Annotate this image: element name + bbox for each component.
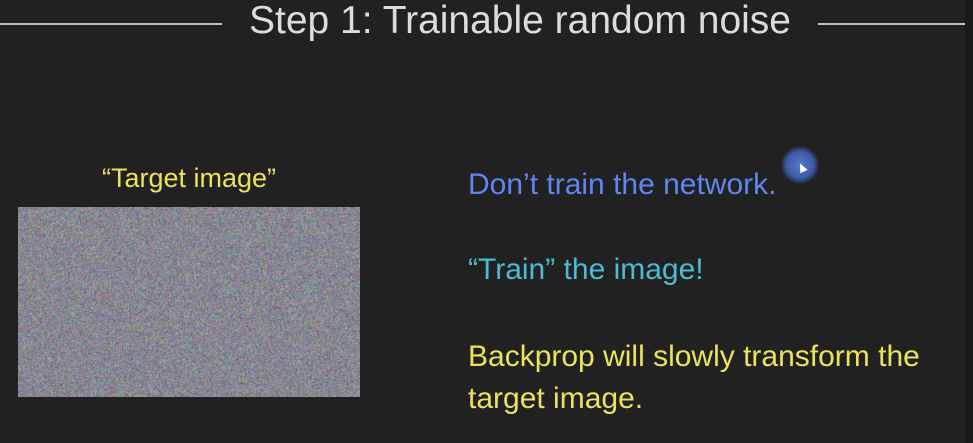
- window-edge: [965, 0, 973, 443]
- point-dont-train-network: Don’t train the network.: [468, 168, 776, 202]
- title-rule-left: [0, 23, 222, 25]
- point-backprop-text: Backprop will slowly transform the targe…: [468, 340, 920, 415]
- point-train-image: “Train” the image!: [468, 253, 704, 287]
- title-rule-right: [818, 23, 973, 25]
- slide-title: Step 1: Trainable random noise: [230, 0, 810, 43]
- image-caption: “Target image”: [18, 163, 360, 194]
- point-backprop: Backprop will slowly transform the targe…: [468, 336, 958, 420]
- random-noise-image: [18, 207, 360, 397]
